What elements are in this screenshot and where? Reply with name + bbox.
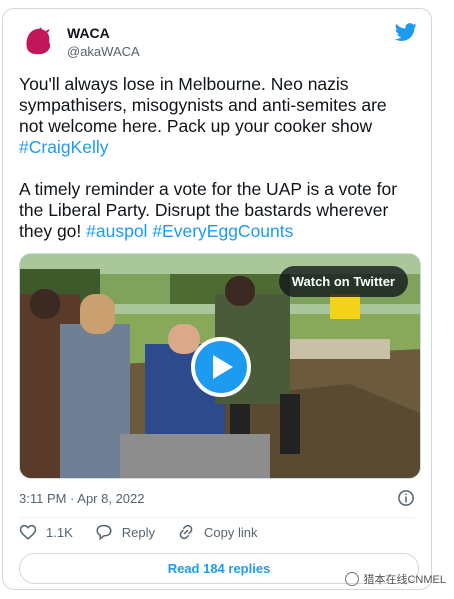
- divider: [19, 517, 415, 518]
- hashtag-everyeggcounts[interactable]: #EveryEggCounts: [152, 221, 293, 241]
- hashtag-auspol[interactable]: #auspol: [86, 221, 147, 241]
- watermark-text: 猎本在线CNMEL: [363, 574, 446, 586]
- like-button[interactable]: 1.1K: [19, 523, 73, 541]
- tweet-paragraph-1: You'll always lose in Melbourne. Neo naz…: [19, 74, 409, 158]
- play-button[interactable]: [191, 337, 251, 397]
- avatar[interactable]: [19, 22, 59, 62]
- reply-icon: [96, 524, 112, 541]
- play-icon: [213, 355, 233, 379]
- author-name[interactable]: WACA: [67, 25, 110, 41]
- author-handle[interactable]: @akaWACA: [67, 44, 140, 59]
- watermark: 猎本在线CNMEL: [345, 571, 446, 587]
- watermark-icon: [345, 572, 360, 586]
- like-count: 1.1K: [46, 524, 73, 540]
- tweet-timestamp[interactable]: 3:11 PM · Apr 8, 2022: [19, 491, 145, 506]
- copy-link-button[interactable]: Copy link: [177, 523, 257, 541]
- twitter-bird-icon[interactable]: [395, 21, 417, 43]
- tweet-paragraph-2: A timely reminder a vote for the UAP is …: [19, 179, 409, 242]
- info-icon[interactable]: [397, 489, 415, 507]
- avatar-logo: [19, 22, 59, 62]
- reply-label: Reply: [121, 524, 155, 540]
- video-player[interactable]: Watch on Twitter: [19, 253, 421, 479]
- hashtag-craigkelly[interactable]: #CraigKelly: [19, 137, 108, 157]
- tweet-actions: 1.1K Reply Copy link: [19, 523, 279, 541]
- tweet-text: You'll always lose in Melbourne. Neo naz…: [19, 74, 409, 263]
- link-icon: [179, 524, 193, 540]
- tweet-card: WACA @akaWACA You'll always lose in Melb…: [2, 8, 432, 590]
- paragraph-1-body: You'll always lose in Melbourne. Neo naz…: [19, 74, 387, 136]
- reply-button[interactable]: Reply: [95, 523, 155, 541]
- copy-link-label: Copy link: [204, 524, 258, 540]
- heart-icon: [19, 524, 37, 540]
- watch-on-twitter-badge[interactable]: Watch on Twitter: [278, 266, 408, 297]
